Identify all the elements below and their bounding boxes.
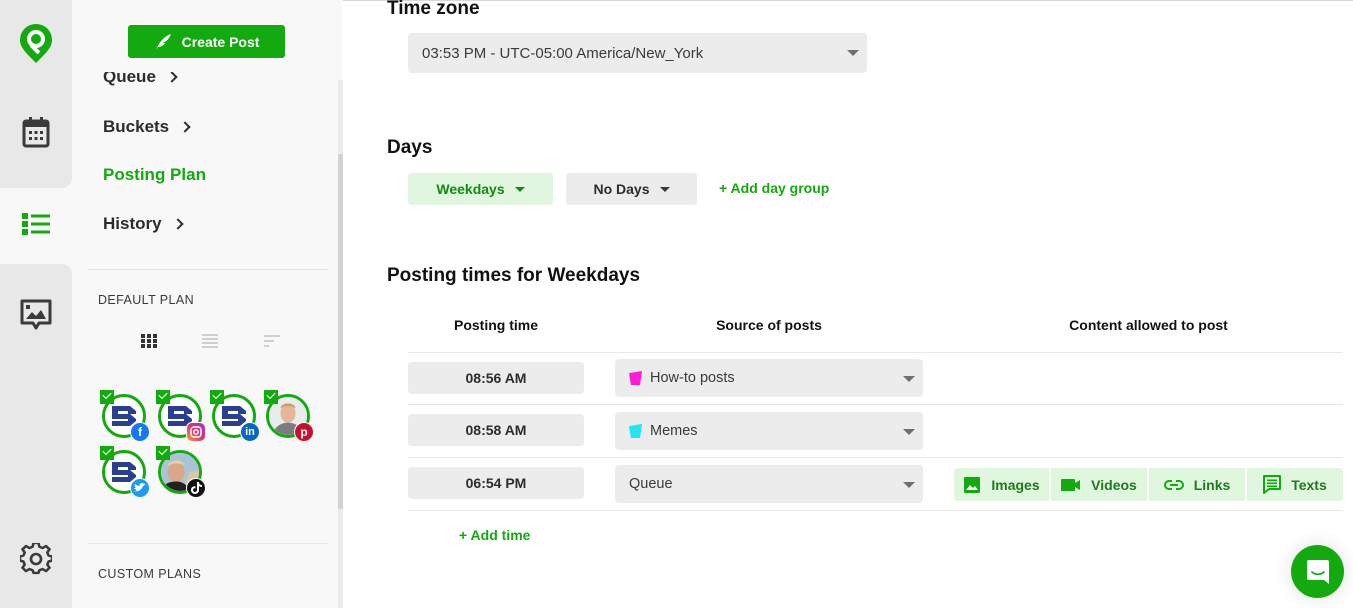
caret-down-icon [903,482,915,488]
default-plan-label: DEFAULT PLAN [98,293,195,307]
list-icon[interactable] [18,206,54,242]
sidebar-item-history[interactable]: History [103,214,184,234]
content-images-toggle[interactable]: Images [954,468,1049,501]
chevron-right-icon [166,71,178,83]
day-group-weekdays[interactable]: Weekdays [408,173,553,205]
account-avatar-facebook[interactable]: f [100,390,150,442]
feather-icon [155,33,171,50]
checkbox-checked-icon [264,390,278,404]
content-label: Links [1193,476,1231,493]
timezone-select[interactable]: 03:53 PM - UTC-05:00 America/New_York [408,33,867,73]
sidebar-item-label: Posting Plan [103,165,206,184]
content-texts-toggle[interactable]: Texts [1247,468,1343,501]
source-value: Queue [629,476,673,492]
checkbox-checked-icon [156,446,170,460]
checkbox-checked-icon [100,390,114,404]
posting-times-title: Posting times for Weekdays [387,265,641,286]
content-label: Videos [1091,476,1137,493]
create-post-label: Create Post [181,33,260,50]
image-icon [964,476,981,493]
sidebar-item-buckets[interactable]: Buckets [103,117,191,137]
chevron-right-icon [171,218,184,230]
secondary-sidebar: Create Post Queue Buckets Posting Plan H… [72,0,342,608]
caret-down-icon [847,50,859,56]
source-value: Memes [650,423,698,439]
column-header-posting-time: Posting time [453,317,538,333]
posting-time-field[interactable]: 06:54 PM [408,467,584,499]
row-divider [408,404,1343,405]
chat-support-button[interactable] [1291,545,1344,598]
timezone-title: Time zone [387,0,480,19]
source-value: How-to posts [650,370,735,386]
bucket-icon [629,371,642,385]
link-icon [1163,479,1184,490]
account-avatar-tiktok[interactable] [156,446,206,498]
custom-plans-label: CUSTOM PLANS [98,567,202,581]
checkbox-checked-icon [156,390,170,404]
content-links-toggle[interactable]: Links [1149,468,1245,501]
content-label: Texts [1291,476,1327,493]
content-label: Images [991,476,1040,493]
checkbox-checked-icon [100,446,114,460]
day-group-label: No Days [593,181,650,197]
timezone-value: 03:53 PM - UTC-05:00 America/New_York [422,44,704,62]
text-message-icon [1263,475,1282,494]
bucket-icon [629,424,642,438]
source-select[interactable]: How-to posts [615,359,923,397]
divider [88,269,328,270]
chat-icon [1306,559,1329,584]
pinterest-icon: p [294,422,314,442]
account-avatar-instagram[interactable] [156,390,206,442]
sidebar-item-label: History [103,214,162,233]
image-message-icon[interactable] [18,296,54,332]
video-icon [1061,478,1081,491]
divider [88,543,328,544]
row-divider [408,510,1343,511]
main-content: Time zone 03:53 PM - UTC-05:00 America/N… [343,0,1353,608]
caret-down-icon [903,429,915,435]
grid-view-icon[interactable] [140,331,160,351]
add-day-group-link[interactable]: + Add day group [719,180,829,196]
row-divider [408,352,1343,353]
posting-time-field[interactable]: 08:58 AM [408,414,584,446]
column-header-content: Content allowed to post [1069,317,1228,333]
caret-down-icon [903,376,915,382]
sidebar-item-posting-plan[interactable]: Posting Plan [103,165,206,185]
days-title: Days [387,137,433,158]
calendar-icon[interactable] [18,114,54,150]
instagram-icon [186,422,206,442]
caret-down-icon [514,186,525,192]
sidebar-item-label: Buckets [103,117,170,136]
row-divider [408,457,1343,458]
content-videos-toggle[interactable]: Videos [1051,468,1147,501]
content-type-toggles: Images Videos Links Texts [954,468,1343,501]
linkedin-icon: in [240,422,260,442]
compact-view-icon[interactable] [263,331,283,351]
source-select[interactable]: Queue [615,465,923,503]
account-avatar-linkedin[interactable]: in [210,390,260,442]
create-post-button[interactable]: Create Post [128,25,285,58]
add-time-link[interactable]: + Add time [459,527,530,543]
gear-icon[interactable] [18,541,54,577]
logo-pin-icon[interactable] [18,24,54,63]
day-group-no-days[interactable]: No Days [566,173,697,205]
posting-time-field[interactable]: 08:56 AM [408,362,584,394]
caret-down-icon [659,186,670,192]
column-header-source: Source of posts [716,317,822,333]
chevron-right-icon [179,121,191,133]
list-view-icon[interactable] [201,331,221,351]
twitter-icon [130,478,150,498]
checkbox-checked-icon [210,390,224,404]
facebook-icon: f [130,422,150,442]
tiktok-icon [186,478,206,498]
account-avatar-pinterest[interactable]: p [264,390,314,442]
day-group-label: Weekdays [436,181,505,197]
account-avatar-twitter[interactable] [100,446,150,498]
app-rail [0,0,72,608]
source-select[interactable]: Memes [615,412,923,450]
